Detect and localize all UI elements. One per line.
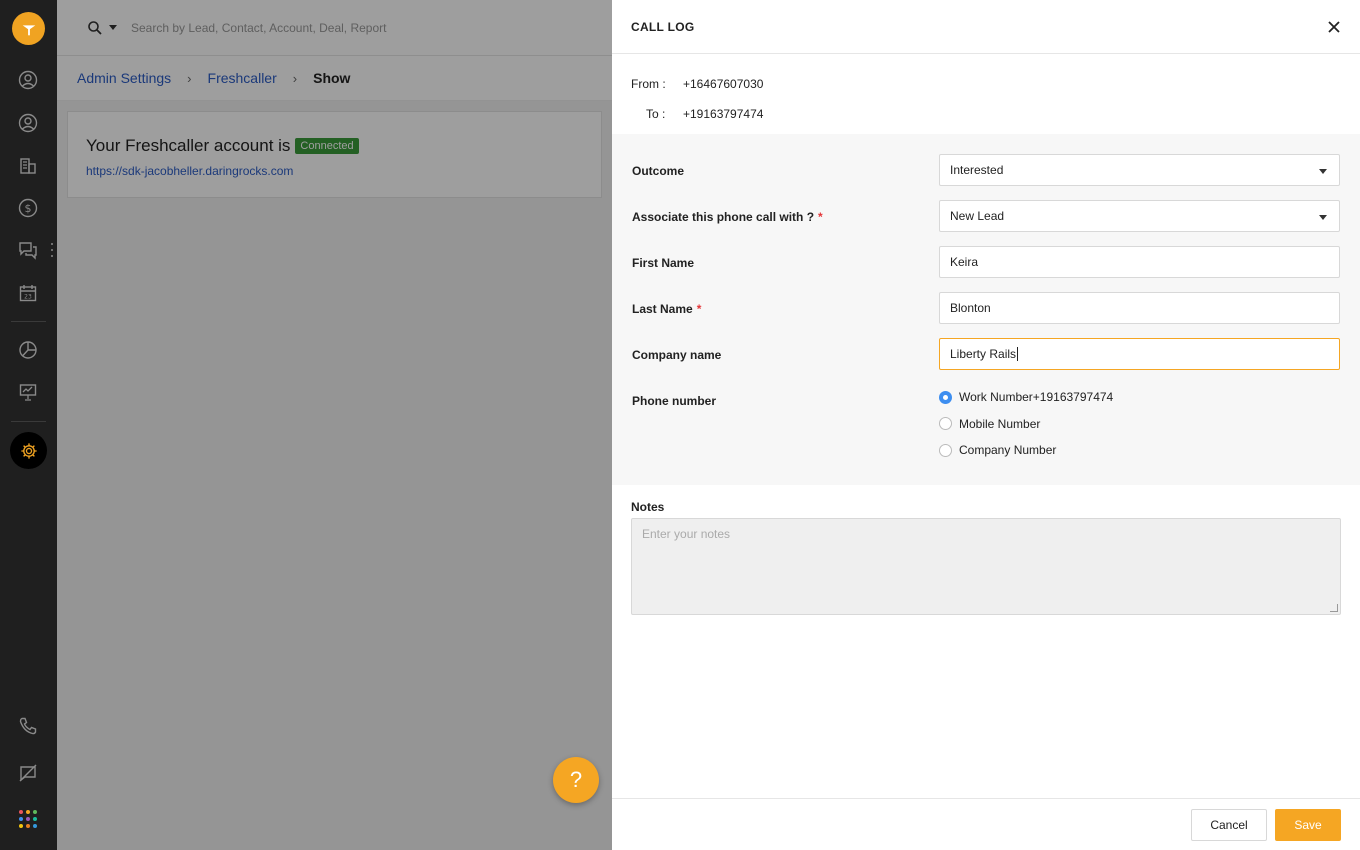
outcome-label: Outcome <box>632 164 685 178</box>
chevron-down-icon <box>1319 215 1327 220</box>
leads-icon[interactable] <box>17 69 39 91</box>
app-logo[interactable] <box>12 12 45 45</box>
chat-off-icon[interactable] <box>17 762 39 784</box>
phone-option-label: Mobile Number <box>959 416 1041 431</box>
call-log-form: Outcome Interested Associate this phone … <box>612 134 1360 485</box>
first-name-value: Keira <box>950 255 979 269</box>
reports-icon[interactable] <box>17 339 39 361</box>
associate-label: Associate this phone call with ? * <box>632 210 823 224</box>
company-name-field[interactable]: Liberty Rails <box>939 338 1340 370</box>
first-name-label: First Name <box>632 256 695 270</box>
last-name-label: Last Name * <box>632 302 702 316</box>
save-button[interactable]: Save <box>1275 809 1341 841</box>
side-navigation: $ 23 <box>0 0 57 850</box>
notes-placeholder: Enter your notes <box>642 527 731 541</box>
svg-text:$: $ <box>25 202 32 215</box>
notes-section: Notes Enter your notes <box>612 485 1360 615</box>
to-number: +19163797474 <box>683 107 764 121</box>
phone-number-label: Phone number <box>632 394 717 408</box>
company-name-value: Liberty Rails <box>950 347 1017 361</box>
drawer-footer: Cancel Save <box>612 798 1360 850</box>
from-number: +16467607030 <box>683 77 764 91</box>
resize-handle-icon[interactable] <box>1330 604 1338 612</box>
deals-icon[interactable]: $ <box>17 197 39 219</box>
outcome-select[interactable]: Interested <box>939 154 1340 186</box>
phone-option-label: Work Number+19163797474 <box>959 390 1114 405</box>
cancel-button[interactable]: Cancel <box>1191 809 1267 841</box>
close-icon[interactable] <box>1327 20 1341 34</box>
outcome-value: Interested <box>950 163 1004 177</box>
first-name-field[interactable]: Keira <box>939 246 1340 278</box>
radio-icon[interactable] <box>939 417 952 431</box>
chevron-down-icon <box>1319 169 1327 174</box>
apps-grid-icon[interactable] <box>19 810 37 828</box>
call-details: From : +16467607030 To : +19163797474 <box>612 54 1360 134</box>
presentation-icon[interactable] <box>17 381 39 403</box>
phone-option-work[interactable]: Work Number+19163797474 <box>939 384 1113 411</box>
contacts-icon[interactable] <box>17 112 39 134</box>
to-label: To : <box>646 107 666 121</box>
phone-icon[interactable] <box>17 715 39 737</box>
notes-textarea[interactable]: Enter your notes <box>631 518 1341 615</box>
svg-text:23: 23 <box>24 294 32 301</box>
phone-number-radio-group: Work Number+19163797474 Mobile Number Co… <box>939 384 1113 464</box>
required-mark: * <box>696 302 702 316</box>
phone-option-company[interactable]: Company Number <box>939 437 1113 464</box>
modal-backdrop[interactable] <box>57 0 612 850</box>
company-name-label: Company name <box>632 348 722 362</box>
associate-select[interactable]: New Lead <box>939 200 1340 232</box>
conversations-icon[interactable] <box>17 239 39 261</box>
required-mark: * <box>818 210 823 224</box>
calendar-icon[interactable]: 23 <box>17 282 39 304</box>
call-log-drawer: CALL LOG From : +16467607030 To : +19163… <box>612 0 1360 850</box>
from-label: From : <box>631 77 666 91</box>
associate-value: New Lead <box>950 209 1005 223</box>
more-dots-icon[interactable] <box>51 243 54 257</box>
last-name-value: Blonton <box>950 301 991 315</box>
accounts-icon[interactable] <box>17 155 39 177</box>
settings-icon[interactable] <box>10 432 47 469</box>
radio-icon[interactable] <box>939 443 952 457</box>
phone-option-mobile[interactable]: Mobile Number <box>939 411 1113 438</box>
text-cursor <box>1017 347 1019 361</box>
logo-icon <box>22 24 35 35</box>
last-name-field[interactable]: Blonton <box>939 292 1340 324</box>
notes-label: Notes <box>631 500 665 514</box>
help-button[interactable]: ? <box>553 757 599 803</box>
phone-option-label: Company Number <box>959 443 1057 458</box>
radio-selected-icon[interactable] <box>939 390 952 404</box>
drawer-title: CALL LOG <box>631 19 695 34</box>
